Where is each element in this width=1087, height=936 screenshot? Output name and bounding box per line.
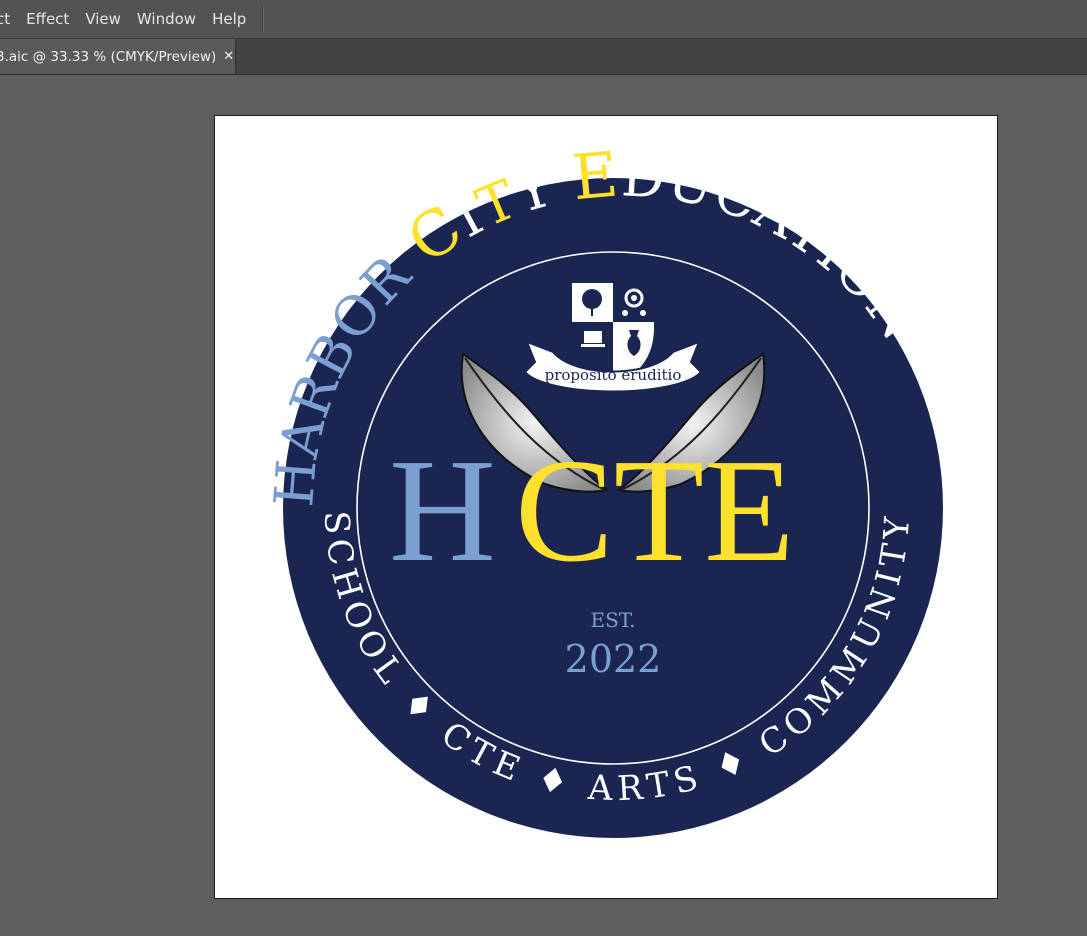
monogram-cte: CTE xyxy=(515,429,795,593)
monogram-h: H xyxy=(389,429,496,593)
menu-object[interactable]: ct xyxy=(0,0,18,38)
arc-e: E xyxy=(569,137,622,214)
menu-view[interactable]: View xyxy=(77,0,129,38)
est-year: 2022 xyxy=(565,637,662,681)
document-tab-bar: 3.aic @ 33.33 % (CMYK/Preview) ✕ xyxy=(0,39,1087,75)
est-label: EST. xyxy=(590,608,635,632)
artboard[interactable]: HARBOR CITY EDUCATION SCHOOL ♦ CTE ♦ ART… xyxy=(214,115,998,899)
document-tab-title: 3.aic @ 33.33 % (CMYK/Preview) xyxy=(0,48,217,65)
menu-effect[interactable]: Effect xyxy=(18,0,77,38)
menu-bar: ct Effect View Window Help xyxy=(0,0,1087,39)
document-tab[interactable]: 3.aic @ 33.33 % (CMYK/Preview) ✕ xyxy=(0,39,236,74)
menu-help[interactable]: Help xyxy=(204,0,254,38)
menu-window[interactable]: Window xyxy=(129,0,204,38)
close-icon[interactable]: ✕ xyxy=(223,49,234,64)
laptop-graduation-icon xyxy=(581,331,605,347)
menu-divider xyxy=(262,6,264,32)
motto-text: proposito eruditio xyxy=(545,366,682,384)
logo-artwork: HARBOR CITY EDUCATION SCHOOL ♦ CTE ♦ ART… xyxy=(262,137,943,838)
